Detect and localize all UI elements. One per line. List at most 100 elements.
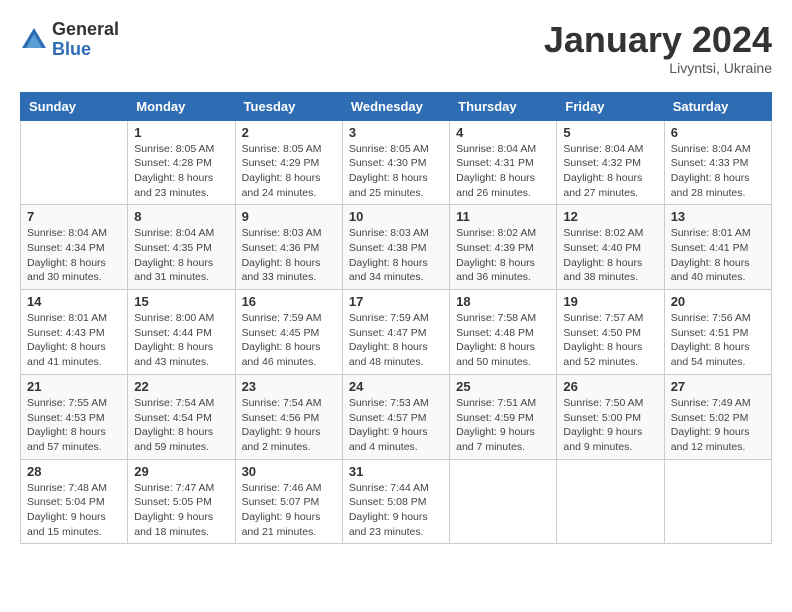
day-number: 20 — [671, 294, 765, 309]
day-number: 30 — [242, 464, 336, 479]
day-info: Sunrise: 7:46 AM Sunset: 5:07 PM Dayligh… — [242, 481, 336, 540]
day-info: Sunrise: 7:57 AM Sunset: 4:50 PM Dayligh… — [563, 311, 657, 370]
calendar-cell: 5 Sunrise: 8:04 AM Sunset: 4:32 PM Daylig… — [557, 120, 664, 205]
day-info: Sunrise: 8:04 AM Sunset: 4:32 PM Dayligh… — [563, 142, 657, 201]
calendar-cell: 19 Sunrise: 7:57 AM Sunset: 4:50 PM Dayli… — [557, 290, 664, 375]
day-info: Sunrise: 7:51 AM Sunset: 4:59 PM Dayligh… — [456, 396, 550, 455]
day-info: Sunrise: 8:05 AM Sunset: 4:30 PM Dayligh… — [349, 142, 443, 201]
day-number: 3 — [349, 125, 443, 140]
day-info: Sunrise: 7:54 AM Sunset: 4:54 PM Dayligh… — [134, 396, 228, 455]
month-title: January 2024 — [544, 20, 772, 60]
calendar-cell: 6 Sunrise: 8:04 AM Sunset: 4:33 PM Daylig… — [664, 120, 771, 205]
calendar-cell: 10 Sunrise: 8:03 AM Sunset: 4:38 PM Dayli… — [342, 205, 449, 290]
calendar-cell: 1Sunrise: 8:05 AM Sunset: 4:28 PM Daylig… — [128, 120, 235, 205]
calendar-cell: 26 Sunrise: 7:50 AM Sunset: 5:00 PM Dayli… — [557, 374, 664, 459]
calendar-header-row: SundayMondayTuesdayWednesdayThursdayFrid… — [21, 92, 772, 120]
calendar-cell: 30 Sunrise: 7:46 AM Sunset: 5:07 PM Dayli… — [235, 459, 342, 544]
page-header: General Blue January 2024 Livyntsi, Ukra… — [20, 20, 772, 76]
day-number: 12 — [563, 209, 657, 224]
column-header-tuesday: Tuesday — [235, 92, 342, 120]
calendar-cell: 31 Sunrise: 7:44 AM Sunset: 5:08 PM Dayli… — [342, 459, 449, 544]
day-info: Sunrise: 7:55 AM Sunset: 4:53 PM Dayligh… — [27, 396, 121, 455]
day-number: 4 — [456, 125, 550, 140]
calendar-cell: 11Sunrise: 8:02 AM Sunset: 4:39 PM Dayli… — [450, 205, 557, 290]
calendar-week-row: 1Sunrise: 8:05 AM Sunset: 4:28 PM Daylig… — [21, 120, 772, 205]
day-info: Sunrise: 7:47 AM Sunset: 5:05 PM Dayligh… — [134, 481, 228, 540]
calendar-cell: 25 Sunrise: 7:51 AM Sunset: 4:59 PM Dayli… — [450, 374, 557, 459]
day-number: 29 — [134, 464, 228, 479]
day-number: 10 — [349, 209, 443, 224]
day-number: 19 — [563, 294, 657, 309]
day-info: Sunrise: 7:44 AM Sunset: 5:08 PM Dayligh… — [349, 481, 443, 540]
calendar-cell: 7 Sunrise: 8:04 AM Sunset: 4:34 PM Daylig… — [21, 205, 128, 290]
day-number: 31 — [349, 464, 443, 479]
day-info: Sunrise: 7:59 AM Sunset: 4:45 PM Dayligh… — [242, 311, 336, 370]
day-number: 17 — [349, 294, 443, 309]
logo-general-text: General — [52, 20, 119, 40]
calendar-cell: 27Sunrise: 7:49 AM Sunset: 5:02 PM Dayli… — [664, 374, 771, 459]
day-number: 7 — [27, 209, 121, 224]
logo-icon — [20, 26, 48, 54]
day-info: Sunrise: 8:04 AM Sunset: 4:35 PM Dayligh… — [134, 226, 228, 285]
calendar-cell: 16 Sunrise: 7:59 AM Sunset: 4:45 PM Dayli… — [235, 290, 342, 375]
day-info: Sunrise: 8:04 AM Sunset: 4:33 PM Dayligh… — [671, 142, 765, 201]
day-number: 21 — [27, 379, 121, 394]
day-number: 2 — [242, 125, 336, 140]
calendar-cell: 4 Sunrise: 8:04 AM Sunset: 4:31 PM Daylig… — [450, 120, 557, 205]
day-number: 6 — [671, 125, 765, 140]
logo: General Blue — [20, 20, 119, 60]
day-info: Sunrise: 8:05 AM Sunset: 4:29 PM Dayligh… — [242, 142, 336, 201]
calendar-cell: 28 Sunrise: 7:48 AM Sunset: 5:04 PM Dayli… — [21, 459, 128, 544]
calendar-cell: 18Sunrise: 7:58 AM Sunset: 4:48 PM Dayli… — [450, 290, 557, 375]
day-info: Sunrise: 8:03 AM Sunset: 4:38 PM Dayligh… — [349, 226, 443, 285]
day-info: Sunrise: 8:04 AM Sunset: 4:34 PM Dayligh… — [27, 226, 121, 285]
calendar-cell: 20 Sunrise: 7:56 AM Sunset: 4:51 PM Dayli… — [664, 290, 771, 375]
day-number: 13 — [671, 209, 765, 224]
day-number: 8 — [134, 209, 228, 224]
calendar-cell: 8 Sunrise: 8:04 AM Sunset: 4:35 PM Daylig… — [128, 205, 235, 290]
day-info: Sunrise: 8:04 AM Sunset: 4:31 PM Dayligh… — [456, 142, 550, 201]
day-info: Sunrise: 7:50 AM Sunset: 5:00 PM Dayligh… — [563, 396, 657, 455]
calendar-week-row: 7 Sunrise: 8:04 AM Sunset: 4:34 PM Daylig… — [21, 205, 772, 290]
logo-text: General Blue — [52, 20, 119, 60]
day-info: Sunrise: 7:54 AM Sunset: 4:56 PM Dayligh… — [242, 396, 336, 455]
title-area: January 2024 Livyntsi, Ukraine — [544, 20, 772, 76]
location-subtitle: Livyntsi, Ukraine — [544, 60, 772, 76]
day-number: 27 — [671, 379, 765, 394]
day-number: 28 — [27, 464, 121, 479]
calendar-table: SundayMondayTuesdayWednesdayThursdayFrid… — [20, 92, 772, 545]
calendar-cell: 2 Sunrise: 8:05 AM Sunset: 4:29 PM Daylig… — [235, 120, 342, 205]
day-info: Sunrise: 8:01 AM Sunset: 4:43 PM Dayligh… — [27, 311, 121, 370]
calendar-cell — [21, 120, 128, 205]
day-info: Sunrise: 8:02 AM Sunset: 4:40 PM Dayligh… — [563, 226, 657, 285]
day-number: 9 — [242, 209, 336, 224]
calendar-cell — [450, 459, 557, 544]
calendar-week-row: 21 Sunrise: 7:55 AM Sunset: 4:53 PM Dayli… — [21, 374, 772, 459]
calendar-week-row: 14 Sunrise: 8:01 AM Sunset: 4:43 PM Dayli… — [21, 290, 772, 375]
day-info: Sunrise: 7:58 AM Sunset: 4:48 PM Dayligh… — [456, 311, 550, 370]
day-info: Sunrise: 7:56 AM Sunset: 4:51 PM Dayligh… — [671, 311, 765, 370]
day-number: 23 — [242, 379, 336, 394]
day-number: 25 — [456, 379, 550, 394]
column-header-monday: Monday — [128, 92, 235, 120]
calendar-cell: 9Sunrise: 8:03 AM Sunset: 4:36 PM Daylig… — [235, 205, 342, 290]
column-header-friday: Friday — [557, 92, 664, 120]
calendar-cell: 14 Sunrise: 8:01 AM Sunset: 4:43 PM Dayli… — [21, 290, 128, 375]
calendar-cell: 17 Sunrise: 7:59 AM Sunset: 4:47 PM Dayli… — [342, 290, 449, 375]
day-number: 14 — [27, 294, 121, 309]
day-info: Sunrise: 8:02 AM Sunset: 4:39 PM Dayligh… — [456, 226, 550, 285]
day-number: 5 — [563, 125, 657, 140]
calendar-cell: 3 Sunrise: 8:05 AM Sunset: 4:30 PM Daylig… — [342, 120, 449, 205]
day-info: Sunrise: 8:01 AM Sunset: 4:41 PM Dayligh… — [671, 226, 765, 285]
column-header-saturday: Saturday — [664, 92, 771, 120]
column-header-sunday: Sunday — [21, 92, 128, 120]
column-header-wednesday: Wednesday — [342, 92, 449, 120]
day-info: Sunrise: 7:59 AM Sunset: 4:47 PM Dayligh… — [349, 311, 443, 370]
calendar-cell: 22Sunrise: 7:54 AM Sunset: 4:54 PM Dayli… — [128, 374, 235, 459]
column-header-thursday: Thursday — [450, 92, 557, 120]
day-number: 15 — [134, 294, 228, 309]
day-info: Sunrise: 7:53 AM Sunset: 4:57 PM Dayligh… — [349, 396, 443, 455]
day-info: Sunrise: 7:48 AM Sunset: 5:04 PM Dayligh… — [27, 481, 121, 540]
day-number: 26 — [563, 379, 657, 394]
day-number: 16 — [242, 294, 336, 309]
